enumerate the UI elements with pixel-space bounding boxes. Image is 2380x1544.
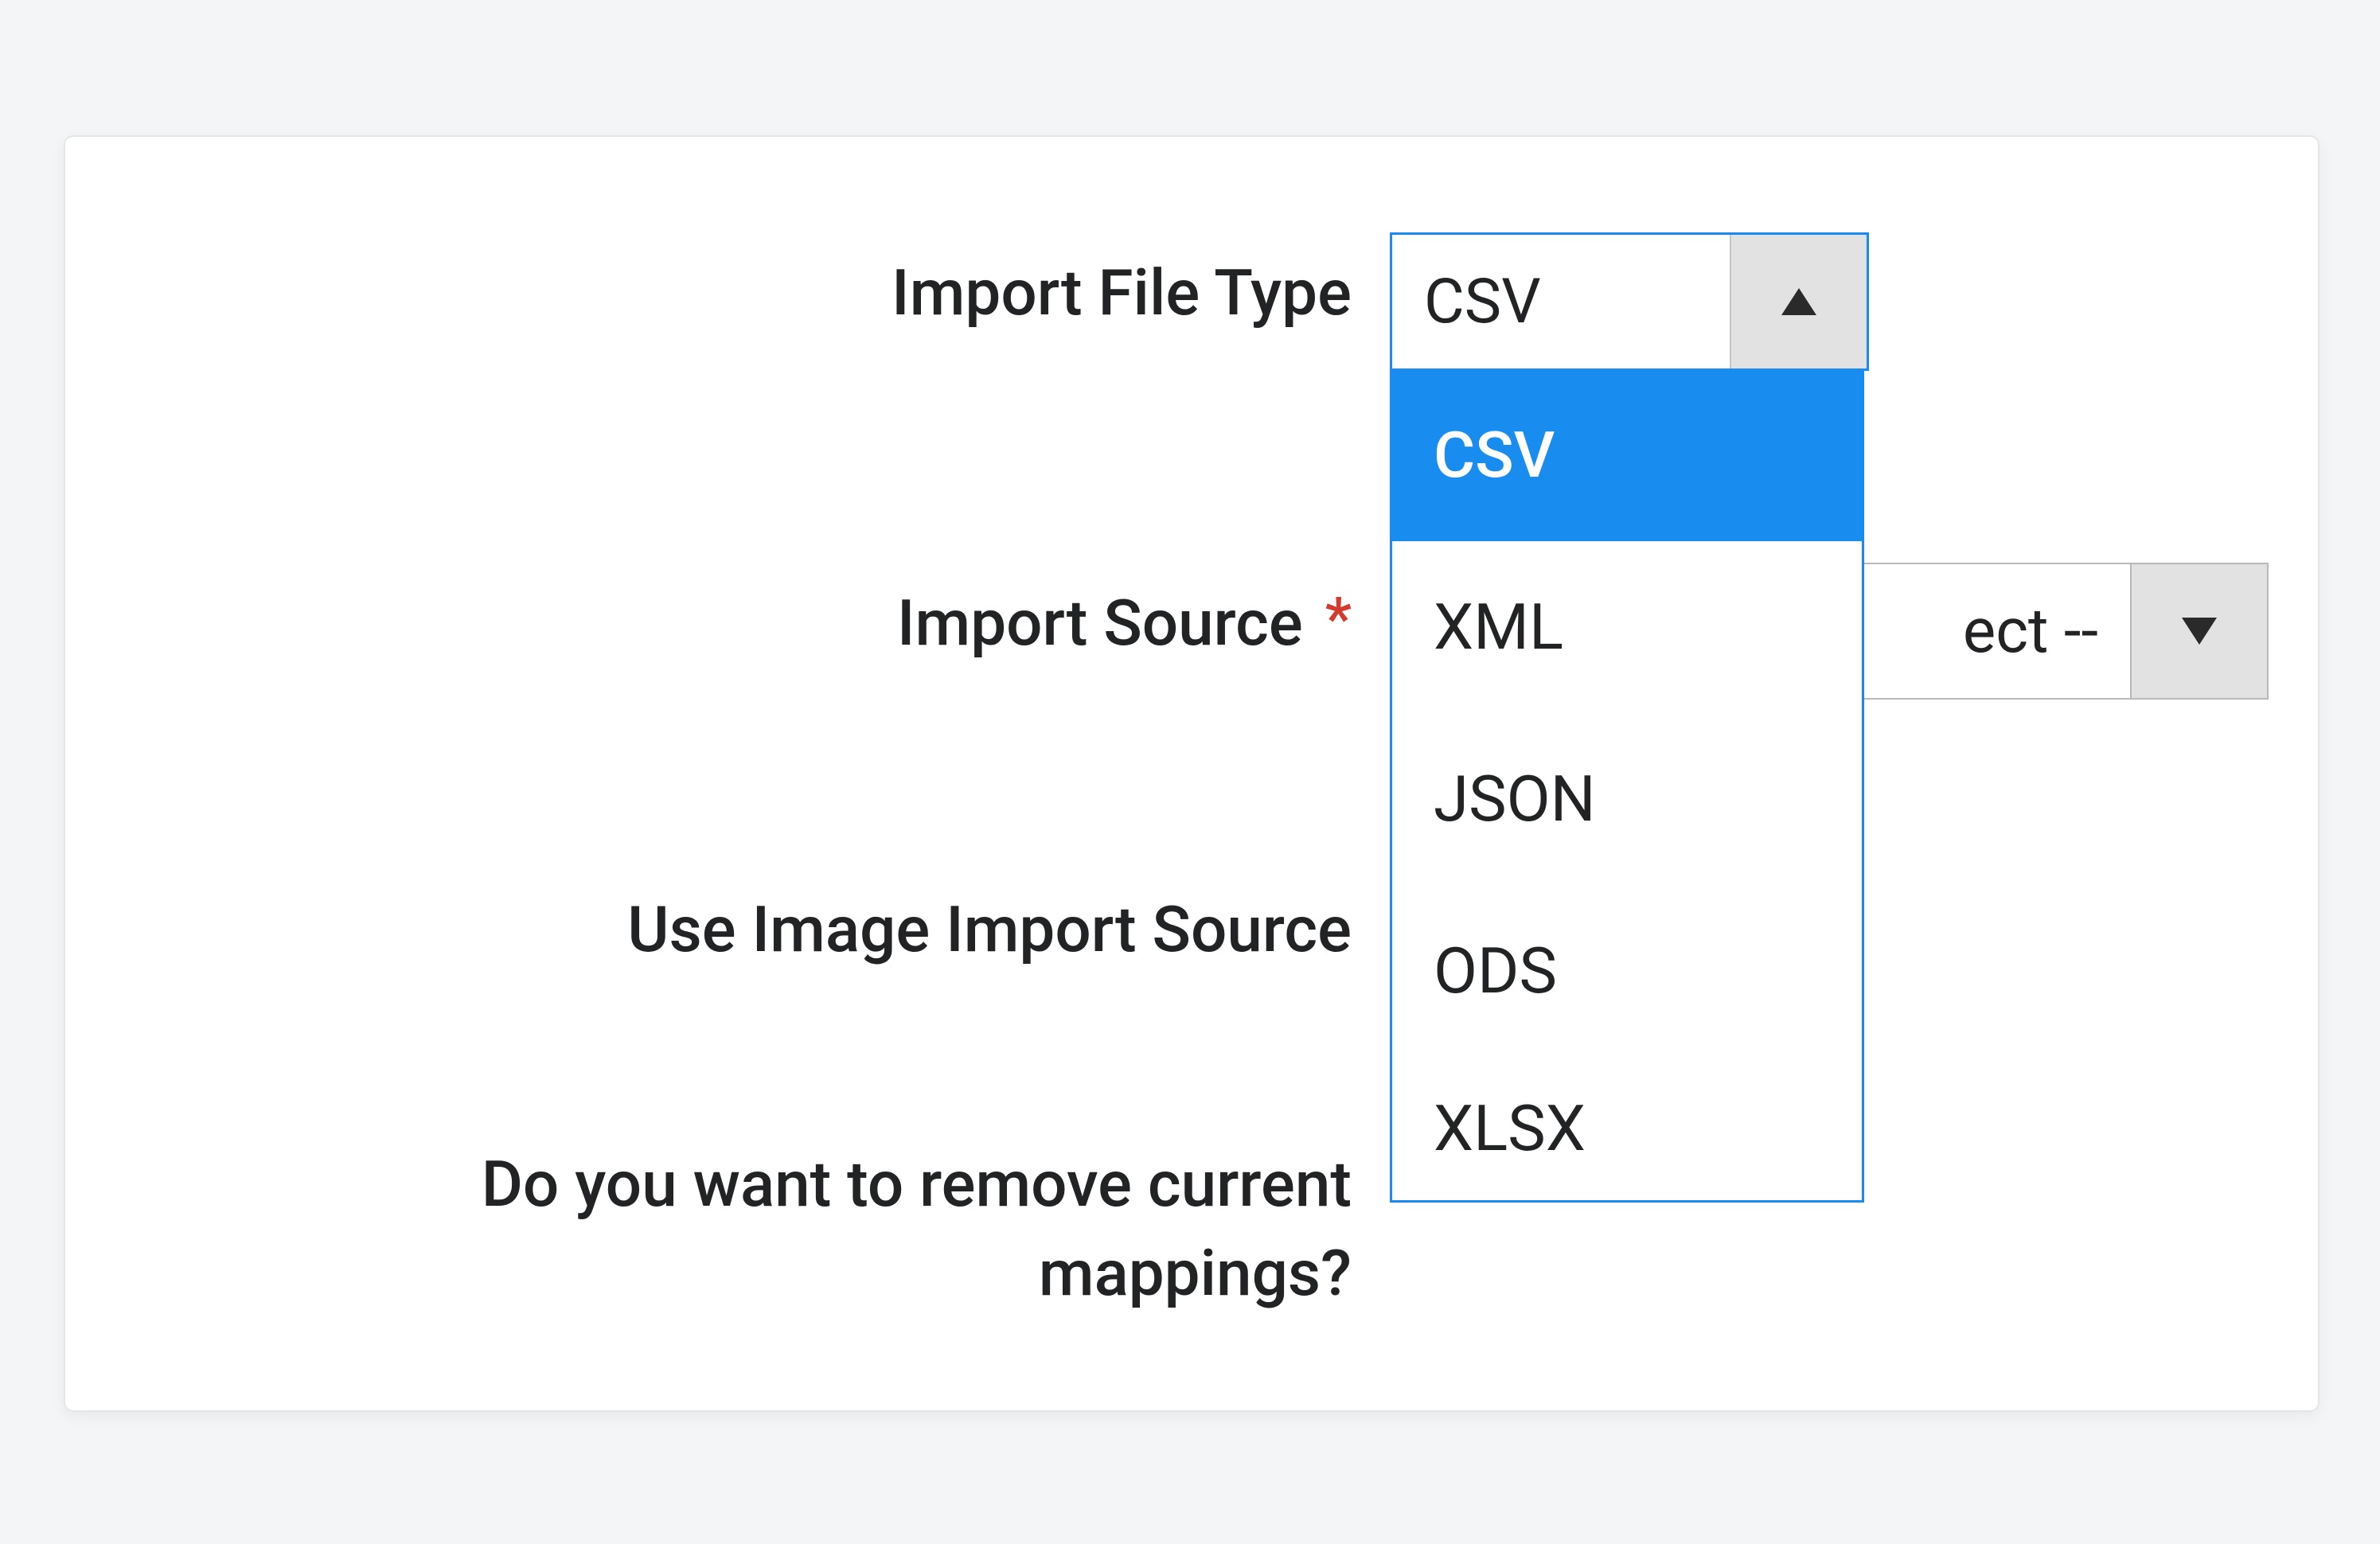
label-col: Use Image Import Source xyxy=(65,885,1387,974)
form-grid: Import File Type CSV CSV XML JSON ODS XL… xyxy=(65,137,2318,1410)
import-source-toggle[interactable] xyxy=(2130,564,2267,698)
file-type-option-csv[interactable]: CSV xyxy=(1392,369,1862,541)
row-image-source: Use Image Import Source xyxy=(65,885,2318,1028)
import-source-label: Import Source xyxy=(897,579,1303,668)
file-type-control: CSV CSV XML JSON ODS XLSX xyxy=(1387,248,2318,392)
file-type-option-json[interactable]: JSON xyxy=(1392,713,1862,885)
file-type-value: CSV xyxy=(1392,235,1730,368)
row-file-type: Import File Type CSV CSV XML JSON ODS XL… xyxy=(65,248,2318,392)
label-col: Import File Type xyxy=(65,248,1387,337)
row-import-source: Import Source * ect -- xyxy=(65,579,2318,722)
file-type-option-ods[interactable]: ODS xyxy=(1392,885,1862,1057)
required-asterisk: * xyxy=(1325,585,1352,654)
label-col: Do you want to remove current mappings? xyxy=(65,1140,1387,1318)
file-type-option-xlsx[interactable]: XLSX xyxy=(1392,1057,1862,1200)
remove-mappings-label: Do you want to remove current mappings? xyxy=(317,1140,1352,1318)
image-source-label: Use Image Import Source xyxy=(627,885,1352,974)
file-type-dropdown: CSV XML JSON ODS XLSX xyxy=(1390,369,1864,1203)
file-type-toggle[interactable] xyxy=(1730,235,1867,368)
caret-down-icon xyxy=(2182,618,2217,645)
settings-card: Import File Type CSV CSV XML JSON ODS XL… xyxy=(64,135,2320,1412)
file-type-option-xml[interactable]: XML xyxy=(1392,541,1862,713)
file-type-label: Import File Type xyxy=(892,248,1352,337)
caret-up-icon xyxy=(1781,288,1816,315)
label-col: Import Source * xyxy=(65,579,1387,668)
row-remove-mappings: Do you want to remove current mappings? xyxy=(65,1140,2318,1318)
file-type-select[interactable]: CSV xyxy=(1390,232,1869,371)
